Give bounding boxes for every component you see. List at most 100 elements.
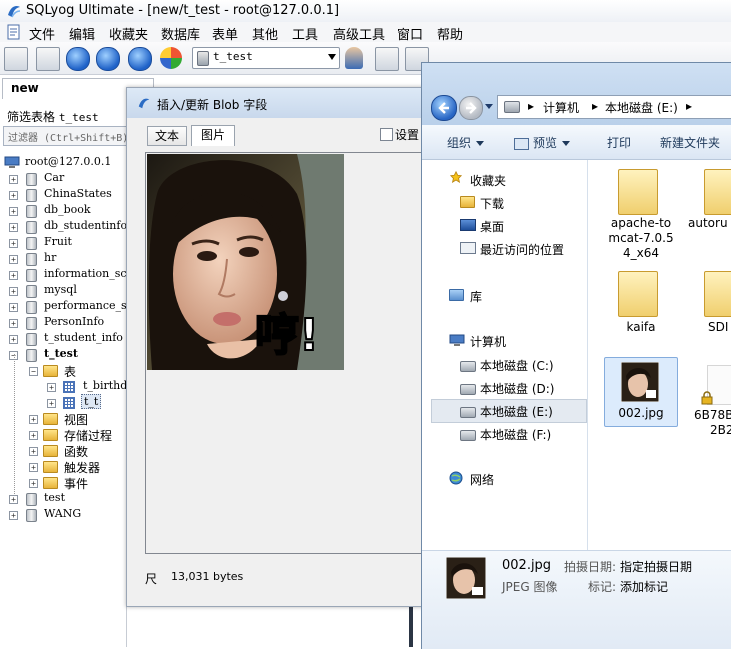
- menu-database[interactable]: 数据库: [161, 24, 200, 43]
- database-icon: [26, 285, 37, 298]
- history-dropdown-icon[interactable]: [485, 104, 493, 109]
- expand-icon[interactable]: +: [9, 255, 18, 264]
- expand-icon[interactable]: +: [29, 415, 38, 424]
- nav-library[interactable]: 库: [470, 288, 482, 305]
- print-button[interactable]: 打印: [607, 134, 631, 151]
- expand-icon[interactable]: +: [29, 447, 38, 456]
- file-apache-tomcat[interactable]: apache-to mcat-7.0.5 4_x64: [602, 216, 680, 261]
- details-date-value[interactable]: 指定拍摄日期: [620, 558, 692, 575]
- expand-icon[interactable]: +: [9, 239, 18, 248]
- database-select-value: t_test: [213, 50, 253, 63]
- menu-other[interactable]: 其他: [252, 24, 278, 43]
- menu-table[interactable]: 表单: [212, 24, 238, 43]
- details-filename: 002.jpg: [502, 558, 552, 573]
- file-6b78b[interactable]: 6B78B 2B2: [694, 408, 731, 438]
- menu-help[interactable]: 帮助: [437, 24, 463, 43]
- nav-computer[interactable]: 计算机: [470, 333, 506, 350]
- expand-icon[interactable]: +: [9, 287, 18, 296]
- database-select[interactable]: t_test: [192, 47, 340, 69]
- execute-all-icon[interactable]: [96, 47, 120, 71]
- editor-edge: [409, 600, 413, 647]
- star-icon: [449, 171, 463, 183]
- new-connection-icon[interactable]: [4, 47, 28, 71]
- file-label: apache-to: [610, 216, 672, 230]
- new-query-icon[interactable]: [36, 47, 60, 71]
- new-folder-button[interactable]: 新建文件夹: [660, 134, 720, 151]
- filter-input[interactable]: 过滤器 (Ctrl+Shift+B): [3, 126, 128, 146]
- navigation-pane: [422, 160, 588, 550]
- details-tags-value[interactable]: 添加标记: [620, 578, 668, 595]
- expand-icon[interactable]: +: [9, 335, 18, 344]
- expand-icon[interactable]: +: [47, 383, 56, 392]
- folder-icon[interactable]: [704, 169, 731, 215]
- expand-icon[interactable]: +: [9, 511, 18, 520]
- nav-desktop[interactable]: 桌面: [480, 218, 504, 235]
- folder-icon: [43, 365, 58, 377]
- table-icon: [63, 397, 75, 409]
- expand-icon[interactable]: +: [9, 495, 18, 504]
- expand-icon[interactable]: +: [29, 479, 38, 488]
- tab-image[interactable]: 图片: [191, 125, 235, 146]
- preview-button[interactable]: 预览: [514, 134, 571, 151]
- nav-drive-d[interactable]: 本地磁盘 (D:): [480, 380, 554, 397]
- file-002-jpg[interactable]: 002.jpg: [604, 357, 678, 427]
- nav-downloads[interactable]: 下载: [480, 195, 504, 212]
- expand-icon[interactable]: +: [9, 207, 18, 216]
- backup-icon[interactable]: [375, 47, 399, 71]
- menu-tools[interactable]: 工具: [292, 24, 318, 43]
- nav-drive-f[interactable]: 本地磁盘 (F:): [480, 426, 551, 443]
- blob-dialog-title-bar[interactable]: 插入/更新 Blob 字段: [127, 88, 424, 118]
- preview-label: 预览: [533, 136, 558, 150]
- folder-icon[interactable]: [618, 169, 658, 215]
- menu-favorites[interactable]: 收藏夹: [109, 24, 148, 43]
- folder-icon[interactable]: [704, 271, 731, 317]
- tree-db-label: db_book: [44, 203, 91, 216]
- breadcrumb-separator-icon[interactable]: ▸: [686, 99, 692, 113]
- tab-text[interactable]: 文本: [147, 126, 187, 146]
- image-thumbnail-icon: [446, 557, 486, 599]
- expand-icon[interactable]: +: [9, 303, 18, 312]
- file-autorun[interactable]: autoru: [688, 216, 731, 231]
- nav-recent-places[interactable]: 最近访问的位置: [480, 241, 564, 258]
- tree-db-label: mysql: [44, 283, 77, 296]
- blob-photo-caption: 哼!: [255, 310, 319, 361]
- menu-file[interactable]: 文件: [29, 24, 55, 43]
- expand-icon[interactable]: +: [9, 175, 18, 184]
- expand-icon[interactable]: +: [47, 399, 56, 408]
- folder-icon[interactable]: [618, 271, 658, 317]
- expand-icon[interactable]: +: [9, 319, 18, 328]
- nav-drive-e[interactable]: 本地磁盘 (E:): [480, 403, 553, 420]
- breadcrumb-separator-icon[interactable]: ▸: [592, 99, 598, 113]
- tab-connection-label: new: [11, 81, 39, 95]
- document-menu-icon[interactable]: [6, 24, 22, 40]
- breadcrumb-drive-e[interactable]: 本地磁盘 (E:): [605, 99, 678, 116]
- address-bar[interactable]: ▸ 计算机 ▸ 本地磁盘 (E:) ▸: [497, 95, 731, 119]
- back-button[interactable]: [431, 95, 457, 121]
- breadcrumb-computer[interactable]: 计算机: [543, 99, 579, 116]
- user-manager-icon[interactable]: [345, 47, 363, 69]
- file-kaifa[interactable]: kaifa: [602, 320, 680, 335]
- nav-network[interactable]: 网络: [470, 471, 494, 488]
- menu-advanced-tools[interactable]: 高级工具: [333, 24, 385, 43]
- refresh-icon[interactable]: [128, 47, 152, 71]
- breadcrumb-separator-icon[interactable]: ▸: [528, 99, 534, 113]
- collapse-icon[interactable]: −: [29, 367, 38, 376]
- file-sdi[interactable]: SDI: [708, 320, 731, 335]
- forward-button[interactable]: [459, 96, 483, 120]
- expand-icon[interactable]: +: [9, 191, 18, 200]
- nav-favorites[interactable]: 收藏夹: [470, 172, 506, 189]
- expand-icon[interactable]: +: [9, 271, 18, 280]
- file-label: mcat-7.0.5: [608, 231, 674, 245]
- menu-window[interactable]: 窗口: [397, 24, 423, 43]
- settings-checkbox[interactable]: [380, 128, 393, 141]
- blob-dialog-title: 插入/更新 Blob 字段: [157, 98, 268, 112]
- expand-icon[interactable]: +: [29, 463, 38, 472]
- expand-icon[interactable]: +: [29, 431, 38, 440]
- nav-drive-c[interactable]: 本地磁盘 (C:): [480, 357, 554, 374]
- menu-edit[interactable]: 编辑: [69, 24, 95, 43]
- arrow-right-icon: [466, 102, 477, 114]
- expand-icon[interactable]: +: [9, 223, 18, 232]
- schema-designer-icon[interactable]: [160, 47, 182, 69]
- organize-button[interactable]: 组织: [447, 134, 485, 151]
- execute-icon[interactable]: [66, 47, 90, 71]
